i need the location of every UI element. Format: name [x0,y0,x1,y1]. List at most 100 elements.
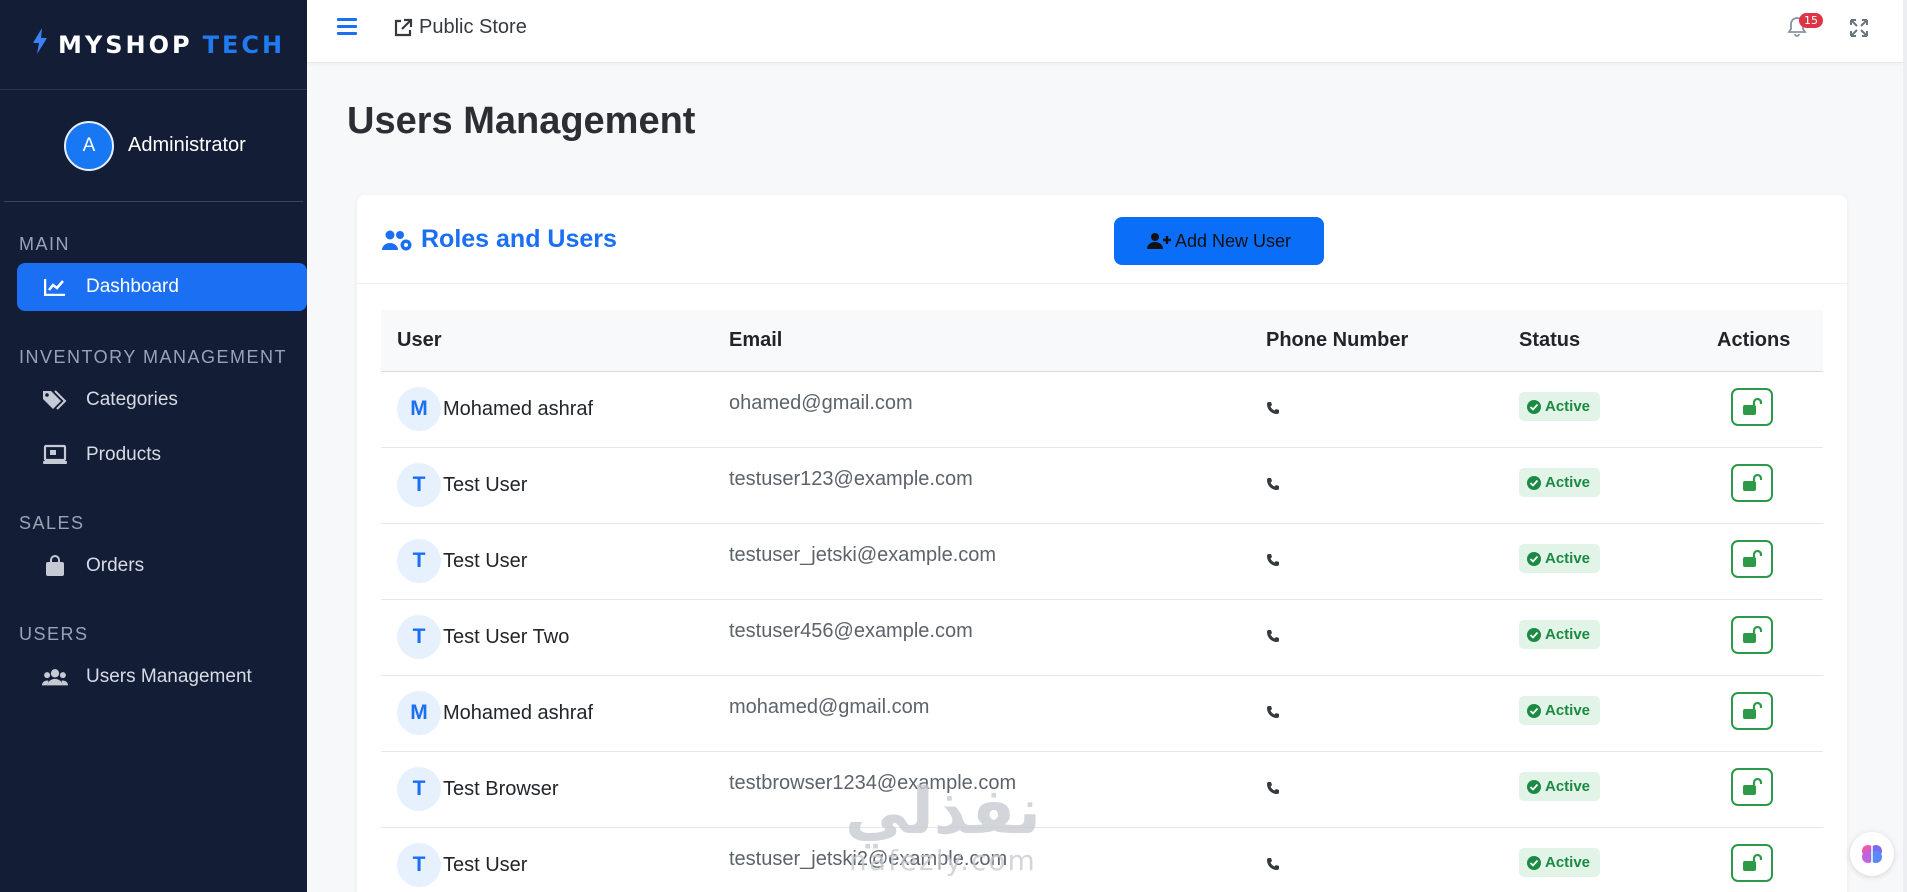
unlock-icon [1743,626,1762,643]
user-avatar: M [397,691,441,735]
table-row: T Test User testuser123@example.com Acti… [381,447,1823,523]
brand-accent: TECH [202,30,286,59]
watermark: نفذلي nafezly.com [845,780,1041,877]
toggle-lock-button[interactable] [1731,464,1773,502]
phone-icon [1267,781,1279,794]
status-badge: Active [1519,848,1601,878]
email-cell: testuser123@example.com [729,467,973,490]
sidebar-item-label: Categories [86,389,178,410]
sidebar-item-label: Products [86,444,161,465]
status-badge: Active [1519,468,1601,498]
users-cog-icon [382,230,412,250]
topbar: Public Store 15 [307,0,1903,63]
section-title-users: USERS [19,624,89,644]
email-cell: testuser_jetski@example.com [729,543,997,566]
page-title: Users Management [347,100,696,142]
watermark-latin: nafezly.com [849,844,1037,877]
check-circle-icon [1527,627,1541,642]
toggle-lock-button[interactable] [1731,616,1773,654]
table-row: T Test User Two testuser456@example.com … [381,599,1823,675]
user-cell: M Mohamed ashraf [381,371,713,447]
section-title-main: MAIN [19,234,70,254]
table-row: M Mohamed ashraf mohamed@gmail.com Activ… [381,675,1823,751]
status-cell: Active [1503,447,1701,523]
user-name: Test Browser [443,777,559,800]
public-store-link[interactable]: Public Store [393,16,527,39]
sidebar-item-products[interactable]: Products [0,431,307,479]
users-icon [42,666,68,688]
column-header-email: Email [729,328,783,351]
menu-toggle-icon[interactable] [337,18,357,36]
fullscreen-expand-icon[interactable] [1849,18,1869,43]
column-header-phone: Phone Number [1266,328,1409,351]
phone-cell [1250,599,1503,675]
table-row: T Test User testuser_jetski2@example.com… [381,827,1823,892]
user-plus-icon [1146,233,1171,249]
toggle-lock-button[interactable] [1731,768,1773,806]
sidebar-item-categories[interactable]: Categories [0,376,307,424]
unlock-icon [1743,702,1762,719]
check-circle-icon [1527,475,1541,490]
actions-cell [1701,447,1823,523]
status-cell: Active [1503,675,1701,751]
section-title-sales: SALES [19,513,85,533]
status-label: Active [1545,474,1591,492]
sidebar-item-users-management[interactable]: Users Management [0,653,307,701]
phone-cell [1250,371,1503,447]
users-table: User Email Phone Number Status Actions M… [381,310,1823,892]
toggle-lock-button[interactable] [1731,540,1773,578]
user-avatar: T [397,463,441,507]
toggle-lock-button[interactable] [1731,844,1773,882]
page-scrollbar[interactable] [1903,0,1907,892]
table-header-row: User Email Phone Number Status Actions [381,310,1823,371]
user-avatar: T [397,615,441,659]
phone-cell [1250,675,1503,751]
toggle-lock-button[interactable] [1731,692,1773,730]
card-header: Roles and Users Add New User [357,195,1847,284]
floating-brain-button[interactable] [1850,832,1894,876]
user-cell: T Test User [381,447,713,523]
phone-icon [1267,477,1279,490]
toggle-lock-button[interactable] [1731,388,1773,426]
unlock-icon [1743,778,1762,795]
status-label: Active [1545,854,1591,872]
status-label: Active [1545,398,1591,416]
external-link-icon [394,18,413,36]
sidebar-item-label: Users Management [86,666,252,687]
status-cell: Active [1503,751,1701,827]
sidebar-item-orders[interactable]: Orders [0,542,307,590]
email-cell: testuser456@example.com [729,619,973,642]
status-label: Active [1545,702,1591,720]
status-badge: Active [1519,544,1601,574]
brand-logo[interactable]: MYSHOP TECH [0,0,307,90]
email-cell: ohamed@gmail.com [729,391,913,414]
phone-icon [1267,857,1279,870]
user-name: Test User Two [443,625,570,648]
phone-icon [1267,705,1279,718]
status-badge: Active [1519,772,1601,802]
user-cell: T Test Browser [381,751,713,827]
phone-cell [1250,827,1503,892]
add-new-user-button[interactable]: Add New User [1114,217,1324,265]
actions-cell [1701,523,1823,599]
status-cell: Active [1503,599,1701,675]
shopping-bag-icon [42,555,68,577]
phone-icon [1267,553,1279,566]
status-badge: Active [1519,392,1601,422]
status-cell: Active [1503,827,1701,892]
sidebar-item-label: Dashboard [86,276,179,297]
user-avatar: T [397,843,441,887]
sidebar-user: A Administrator [4,90,303,202]
table-row: M Mohamed ashraf ohamed@gmail.com Active [381,371,1823,447]
actions-cell [1701,599,1823,675]
user-avatar: T [397,767,441,811]
check-circle-icon [1527,399,1541,414]
tags-icon [42,389,68,411]
brain-icon [1862,845,1882,863]
user-name: Mohamed ashraf [443,701,594,724]
sidebar-item-dashboard[interactable]: Dashboard [17,263,307,311]
status-label: Active [1545,778,1591,796]
phone-icon [1267,401,1279,414]
column-header-actions: Actions [1717,328,1791,351]
unlock-icon [1743,550,1762,567]
